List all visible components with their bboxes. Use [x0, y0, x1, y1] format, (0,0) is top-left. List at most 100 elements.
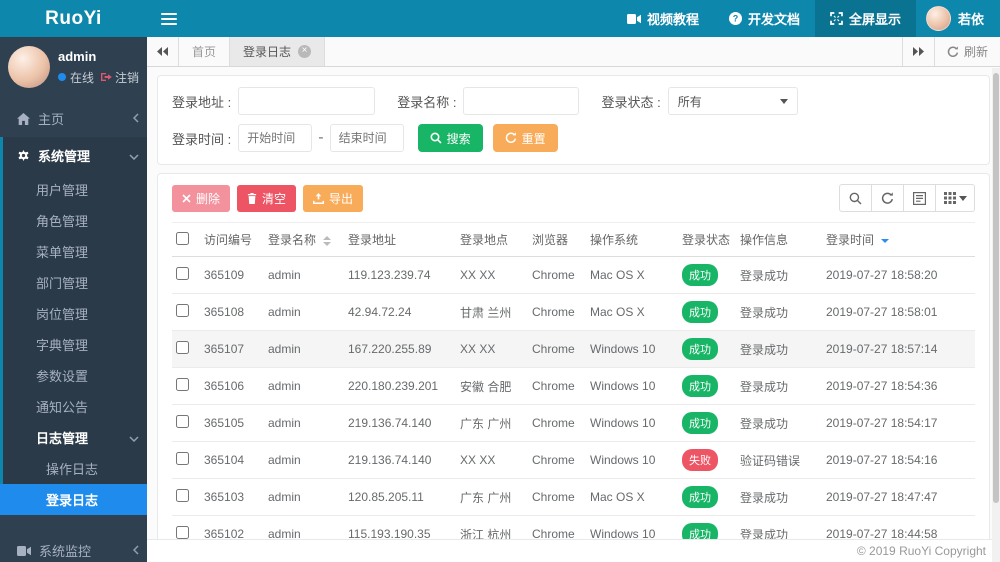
sidebar-item-param-settings[interactable]: 参数设置 — [0, 360, 147, 391]
reset-button[interactable]: 重置 — [492, 124, 558, 152]
row-checkbox[interactable] — [176, 341, 189, 354]
sidebar-item-post-mgmt[interactable]: 岗位管理 — [0, 298, 147, 329]
column-header-3[interactable]: 登录地址 — [344, 222, 456, 257]
column-header-label: 操作系统 — [590, 233, 639, 247]
svg-text:?: ? — [733, 14, 739, 24]
sidebar-item-dict-mgmt[interactable]: 字典管理 — [0, 329, 147, 360]
online-status-label: 在线 — [70, 70, 95, 85]
select-all-checkbox[interactable] — [176, 231, 189, 245]
tab-login-log[interactable]: 登录日志 × — [230, 37, 326, 66]
card-view-button[interactable] — [903, 184, 936, 212]
table-row: 365109 admin 119.123.239.74 XX XX Chrome Mac … — [172, 256, 975, 294]
topbar-link-label: 全屏显示 — [848, 12, 901, 27]
app-logo[interactable]: RuoYi — [0, 0, 147, 37]
column-header-5[interactable]: 浏览器 — [528, 222, 586, 257]
cell-browser: Chrome — [528, 256, 586, 294]
row-checkbox-cell — [172, 330, 200, 368]
login-name-input[interactable] — [463, 87, 580, 115]
column-header-2[interactable]: 登录名称 — [264, 222, 344, 257]
topbar-link-video-tutorial[interactable]: 视频教程 — [612, 0, 714, 37]
sidebar-user-name: admin — [58, 48, 97, 64]
login-status-value: 所有 — [677, 94, 702, 109]
cell-login-status: 成功 — [678, 478, 736, 516]
column-header-8[interactable]: 操作信息 — [736, 222, 822, 257]
tabs-scroll-left-button[interactable] — [147, 37, 179, 66]
cell-os: Mac OS X — [586, 478, 678, 516]
topbar-link-dev-docs[interactable]: ? 开发文档 — [714, 0, 815, 37]
login-status-select[interactable]: 所有 — [667, 87, 798, 115]
row-checkbox[interactable] — [176, 489, 189, 502]
status-badge: 成功 — [682, 301, 718, 323]
row-checkbox[interactable] — [176, 452, 189, 465]
hamburger-icon — [161, 12, 177, 25]
end-time-input[interactable] — [329, 124, 404, 152]
column-header-4[interactable]: 登录地点 — [456, 222, 528, 257]
double-left-icon — [157, 47, 168, 56]
sidebar-item-system-mgmt[interactable]: 系统管理 — [0, 137, 147, 174]
sidebar-menu: 主页 系统管理用户管理角色管理 菜单管理 部门管理 岗位管理 字典管理 参数设置 通知公告 日志… — [0, 100, 147, 562]
toggle-search-button[interactable] — [839, 184, 872, 212]
logout-link[interactable]: 注销 — [101, 69, 139, 86]
columns-button[interactable] — [935, 184, 975, 212]
export-icon — [313, 192, 325, 204]
row-checkbox[interactable] — [176, 526, 189, 539]
row-checkbox-cell — [172, 404, 200, 442]
sidebar-item-oper-log[interactable]: 操作日志 — [0, 453, 147, 484]
row-checkbox[interactable] — [176, 267, 189, 280]
online-status-icon — [58, 73, 66, 81]
sidebar-item-log-mgmt[interactable]: 日志管理 — [0, 422, 147, 453]
delete-button[interactable]: 删除 — [172, 184, 231, 212]
scrollbar-thumb[interactable] — [993, 73, 999, 503]
sort-desc-icon — [881, 238, 890, 243]
search-icon — [430, 132, 442, 144]
tabs-spacer — [325, 37, 902, 66]
magnifier-icon — [849, 192, 862, 205]
search-button[interactable]: 搜索 — [417, 124, 483, 152]
cell-login-name: admin — [264, 367, 344, 405]
cell-login-ip: 220.180.239.201 — [344, 367, 456, 405]
row-checkbox[interactable] — [176, 378, 189, 391]
sidebar-avatar[interactable] — [8, 46, 50, 88]
sidebar-toggle-button[interactable] — [147, 0, 191, 37]
row-checkbox[interactable] — [176, 415, 189, 428]
clear-button[interactable]: 清空 — [237, 184, 297, 212]
cell-os: Windows 10 — [586, 441, 678, 479]
cell-info-id: 365107 — [200, 330, 264, 368]
column-header-9[interactable]: 登录时间 — [822, 222, 975, 257]
tab-home[interactable]: 首页 — [179, 37, 231, 66]
cell-login-status: 成功 — [678, 367, 736, 405]
refresh-table-button[interactable] — [871, 184, 904, 212]
login-time-label: 登录时间 : — [172, 131, 232, 147]
status-badge: 成功 — [682, 375, 718, 397]
refresh-tab-button[interactable]: 刷新 — [933, 37, 1000, 66]
sidebar-item-system-monitor[interactable]: 系统监控 — [0, 532, 147, 562]
sidebar-item-home[interactable]: 主页 — [0, 100, 147, 137]
sidebar-item-login-log[interactable]: 登录日志 — [0, 484, 147, 515]
sidebar-item-user-mgmt[interactable]: 用户管理 — [0, 174, 147, 205]
sidebar-item-label: 用户管理 — [36, 183, 89, 198]
cell-login-ip: 219.136.74.140 — [344, 441, 456, 479]
cell-login-status: 成功 — [678, 330, 736, 368]
sidebar-item-dept-mgmt[interactable]: 部门管理 — [0, 267, 147, 298]
column-header-7[interactable]: 登录状态 — [678, 222, 736, 257]
sidebar-item-menu-mgmt[interactable]: 菜单管理 — [0, 236, 147, 267]
login-address-input[interactable] — [238, 87, 376, 115]
topbar-link-fullscreen[interactable]: 全屏显示 — [814, 0, 916, 37]
column-header-6[interactable]: 操作系统 — [586, 222, 678, 257]
video-tutorial-icon — [626, 13, 641, 24]
row-checkbox[interactable] — [176, 304, 189, 317]
sidebar-item-notice[interactable]: 通知公告 — [0, 391, 147, 422]
login-log-table: 访问编号 登录名称 登录地址 登录地点 浏览器 操作系统 登录状态 操作信息 登录时间 3651… — [172, 222, 975, 562]
close-icon[interactable]: × — [298, 45, 312, 58]
scrollbar[interactable] — [992, 68, 1000, 562]
export-button[interactable]: 导出 — [303, 184, 364, 212]
columns-grid-icon — [943, 192, 956, 204]
column-header-1[interactable]: 访问编号 — [200, 222, 264, 257]
footer-copyright: © 2019 RuoYi Copyright — [147, 539, 1000, 562]
start-time-input[interactable] — [238, 124, 313, 152]
cell-os: Windows 10 — [586, 367, 678, 405]
tabs-scroll-right-button[interactable] — [901, 37, 934, 66]
user-menu[interactable]: 若依 — [916, 0, 1000, 37]
sidebar-item-role-mgmt[interactable]: 角色管理 — [0, 205, 147, 236]
tabs-bar: 首页 登录日志 × 刷新 — [147, 37, 1000, 67]
